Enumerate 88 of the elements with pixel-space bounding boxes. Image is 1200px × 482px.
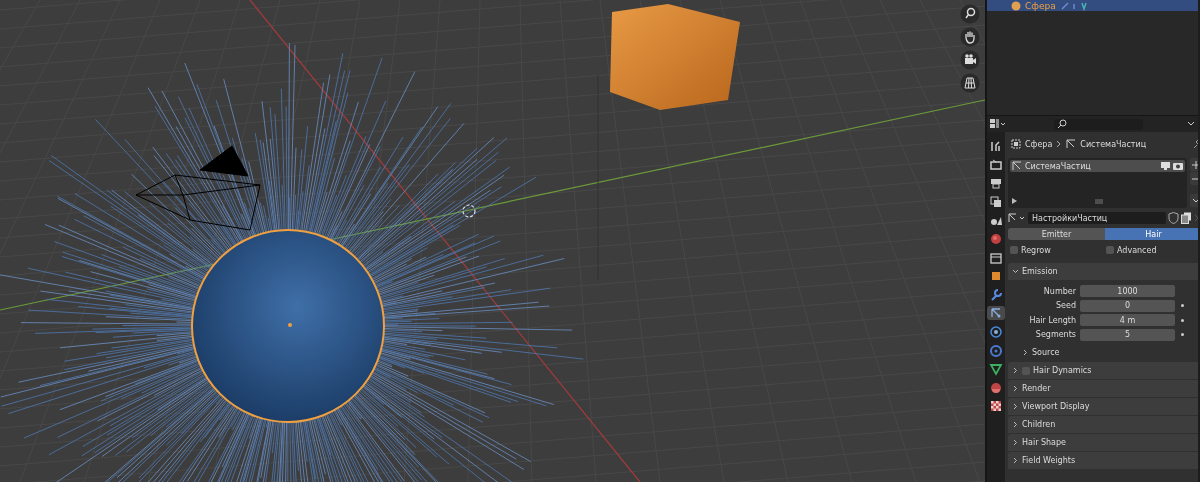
outliner-label: Сфера [1025, 0, 1056, 11]
light-icon [462, 204, 476, 218]
modifier-icon [1059, 0, 1090, 11]
chevron-right-icon [1012, 421, 1019, 428]
sphere-icon [1011, 0, 1021, 11]
properties-tab[interactable] [987, 362, 1005, 377]
keyframe-dot[interactable] [1181, 318, 1184, 322]
properties-tab[interactable] [987, 157, 1005, 172]
chevron-right-icon [1012, 403, 1019, 410]
particles-icon [1066, 139, 1077, 149]
properties-tab[interactable] [987, 306, 1005, 321]
list-item[interactable]: СистемаЧастиц [1010, 160, 1185, 172]
grid-icon[interactable] [960, 73, 980, 93]
keyframe-dot[interactable] [1181, 304, 1184, 307]
camera-icon[interactable] [960, 50, 980, 70]
panel-title: Hair Dynamics [1033, 366, 1092, 375]
field-label: Hair Length [1028, 315, 1077, 325]
chevron-right-icon [1056, 140, 1063, 148]
chevron-down-icon [1012, 268, 1019, 275]
globe-icon [989, 231, 1003, 246]
panel-header[interactable]: Field Weights [1008, 452, 1198, 469]
panel-title: Source [1032, 347, 1060, 357]
panel-title: Viewport Display [1022, 402, 1090, 411]
object-icon [1011, 139, 1021, 149]
hand-icon[interactable] [960, 27, 980, 47]
outliner-row[interactable]: Сфера [987, 0, 1198, 11]
panel-title: Field Weights [1022, 456, 1076, 465]
settings-name-field[interactable]: НастройкиЧастиц [1028, 212, 1166, 224]
panel-title: Render [1022, 384, 1051, 393]
panel-header[interactable]: Emission [1008, 263, 1198, 280]
wrench-icon [989, 287, 1003, 302]
chevron-right-icon [1012, 439, 1019, 446]
layers-icon [989, 194, 1003, 209]
checkbox-label: Advanced [1117, 245, 1157, 255]
printer-icon [989, 176, 1003, 191]
particles-icon [1012, 161, 1022, 171]
panel-title: Children [1022, 420, 1056, 429]
panel-header[interactable]: Viewport Display [1008, 398, 1198, 415]
panel-header[interactable]: Hair Dynamics [1008, 362, 1198, 379]
field-label: Number [1042, 286, 1077, 296]
field-label: Segments [1034, 330, 1077, 339]
particle-settings-icon[interactable] [1008, 213, 1026, 223]
keyframe-dot[interactable] [1181, 333, 1184, 336]
chevron-right-icon [1012, 367, 1019, 374]
properties-tab[interactable] [987, 250, 1005, 265]
box-icon [989, 250, 1003, 265]
number-field[interactable]: 5 [1080, 328, 1175, 341]
tool-icon [989, 139, 1003, 153]
panel-title: Emission [1022, 267, 1058, 276]
panel-header[interactable]: Children [1008, 416, 1198, 433]
chevron-right-icon [1012, 385, 1019, 392]
number-field[interactable]: 0 [1080, 299, 1175, 312]
breadcrumb-item[interactable]: Сфера [1025, 139, 1053, 149]
chevron-down-icon[interactable] [1187, 120, 1195, 128]
sphere-icon [989, 380, 1003, 395]
orbit-icon [989, 324, 1003, 339]
subpanel-header[interactable]: Source [1008, 345, 1198, 359]
resize-grip-icon[interactable] [1095, 198, 1104, 204]
type-toggle-button[interactable]: Emitter [1008, 228, 1105, 240]
chevron-right-icon [1022, 348, 1029, 356]
monitor-icon[interactable] [1161, 162, 1170, 170]
checkbox-label: Regrow [1021, 245, 1051, 255]
render-icon [989, 157, 1003, 172]
number-field[interactable]: 4 m [1080, 314, 1175, 326]
camera-icon[interactable] [1173, 162, 1183, 170]
shield-icon[interactable] [1168, 212, 1179, 224]
number-field[interactable]: 1000 [1080, 285, 1175, 297]
search-field[interactable] [1054, 118, 1143, 130]
checker-icon [989, 399, 1003, 414]
zoom-icon[interactable] [960, 4, 980, 24]
list-item-label: СистемаЧастиц [1025, 161, 1092, 171]
editor-type-icon[interactable] [990, 119, 1006, 129]
panel-header[interactable]: Render [1008, 380, 1198, 397]
checkbox[interactable] [1106, 246, 1114, 254]
field-label: Seed [1055, 301, 1077, 310]
triangle-icon [989, 362, 1003, 377]
checkbox[interactable] [1010, 246, 1018, 254]
expand-triangle-icon[interactable] [1012, 198, 1017, 204]
chevron-right-icon [1012, 457, 1019, 464]
properties-tab[interactable] [987, 324, 1005, 339]
chevron-down-icon [1192, 196, 1198, 205]
plus-icon [1191, 159, 1198, 170]
search-icon [1057, 119, 1067, 129]
panel-header[interactable]: Hair Shape [1008, 434, 1198, 451]
copy-icon[interactable] [1181, 212, 1192, 224]
breadcrumb-item[interactable]: СистемаЧастиц [1080, 139, 1147, 149]
panel-title: Hair Shape [1022, 438, 1067, 447]
type-toggle-button[interactable]: Hair [1105, 228, 1198, 240]
